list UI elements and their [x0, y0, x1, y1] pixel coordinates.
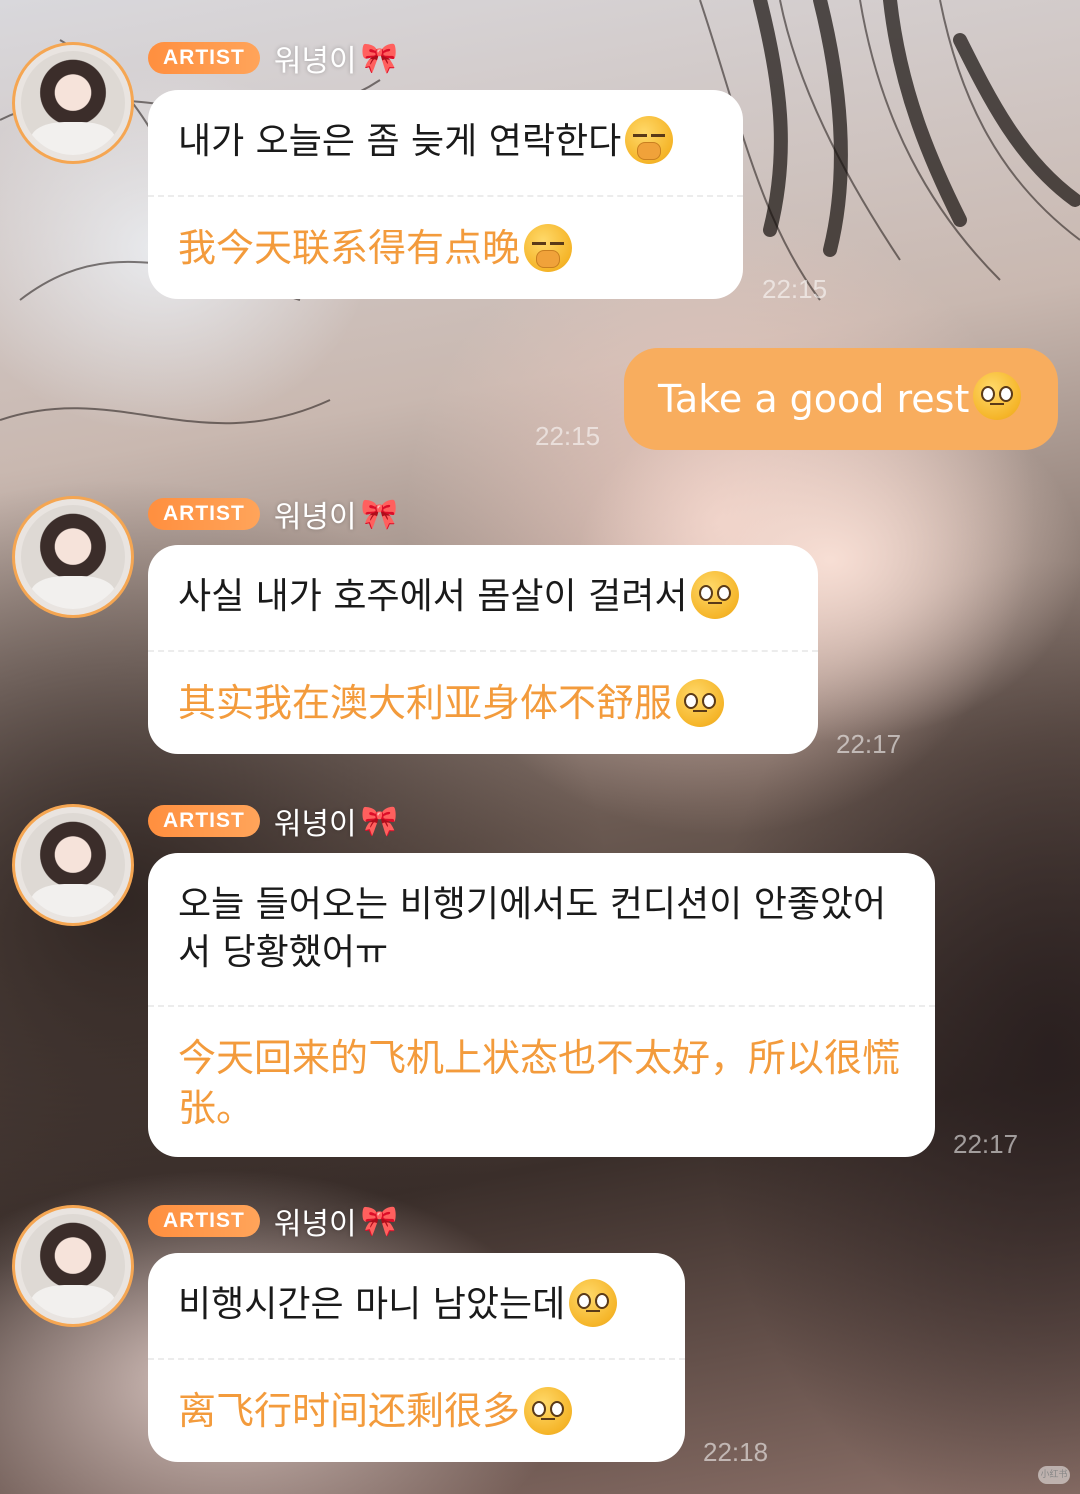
korean-text: 비행시간은 마니 남았는데	[178, 1253, 655, 1358]
message-header: ARTIST 워녕이 🎀	[148, 801, 398, 842]
message-time: 22:18	[703, 1437, 769, 1467]
sender-name: 워녕이	[273, 500, 357, 535]
message-bubble[interactable]: 오늘 들어오는 비행기에서도 컨디션이 안좋았어서 당황했어ㅠ 今天回来的飞机上…	[148, 853, 935, 1157]
artist-avatar[interactable]	[12, 42, 134, 164]
message-bubble[interactable]: 비행시간은 마니 남았는데 离飞行时间还剩很多	[148, 1253, 685, 1462]
message-header: ARTIST 워녕이 🎀	[148, 38, 398, 79]
my-message-bubble[interactable]: Take a good rest	[624, 348, 1058, 450]
translation-text: 离飞行时间还剩很多	[178, 1360, 655, 1462]
shushing-face-icon	[625, 116, 674, 164]
bow-icon: 🎀	[360, 803, 398, 839]
artist-badge: ARTIST	[148, 498, 260, 530]
artist-avatar[interactable]	[12, 496, 134, 618]
pleading-face-icon	[676, 678, 725, 727]
artist-avatar[interactable]	[12, 1205, 134, 1327]
pleading-face-icon	[524, 1386, 573, 1435]
sender-name: 워녕이	[273, 44, 357, 79]
bow-icon: 🎀	[360, 1203, 398, 1239]
shushing-face-icon	[524, 223, 573, 272]
watermark: 小红书	[1038, 1466, 1070, 1484]
pleading-face-icon	[569, 1279, 618, 1327]
korean-text: 내가 오늘은 좀 늦게 연락한다	[178, 90, 713, 195]
translation-text: 我今天联系得有点晚	[178, 197, 713, 299]
message-bubble[interactable]: 내가 오늘은 좀 늦게 연락한다 我今天联系得有点晚	[148, 90, 743, 299]
message-header: ARTIST 워녕이 🎀	[148, 1201, 398, 1242]
message-time: 22:17	[953, 1129, 1019, 1159]
korean-text: 오늘 들어오는 비행기에서도 컨디션이 안좋았어서 당황했어ㅠ	[178, 884, 887, 973]
pleading-face-icon	[973, 372, 1022, 420]
my-message-time: 22:15	[535, 421, 601, 451]
message-time: 22:17	[836, 729, 902, 759]
artist-badge: ARTIST	[148, 42, 260, 74]
sender-name: 워녕이	[273, 807, 357, 842]
message-bubble[interactable]: 사실 내가 호주에서 몸살이 걸려서 其实我在澳大利亚身体不舒服	[148, 545, 818, 754]
artist-badge: ARTIST	[148, 805, 260, 837]
artist-badge: ARTIST	[148, 1205, 260, 1237]
korean-text: 사실 내가 호주에서 몸살이 걸려서	[178, 545, 788, 650]
translation-text: 今天回来的飞机上状态也不太好，所以很慌张。	[178, 1036, 901, 1130]
pleading-face-icon	[691, 571, 740, 619]
bow-icon: 🎀	[360, 496, 398, 532]
artist-avatar[interactable]	[12, 804, 134, 926]
message-time: 22:15	[762, 274, 828, 304]
my-message-text: Take a good rest	[658, 377, 970, 421]
translation-text: 其实我在澳大利亚身体不舒服	[178, 652, 788, 754]
bow-icon: 🎀	[360, 40, 398, 76]
message-header: ARTIST 워녕이 🎀	[148, 494, 398, 535]
sender-name: 워녕이	[273, 1207, 357, 1242]
